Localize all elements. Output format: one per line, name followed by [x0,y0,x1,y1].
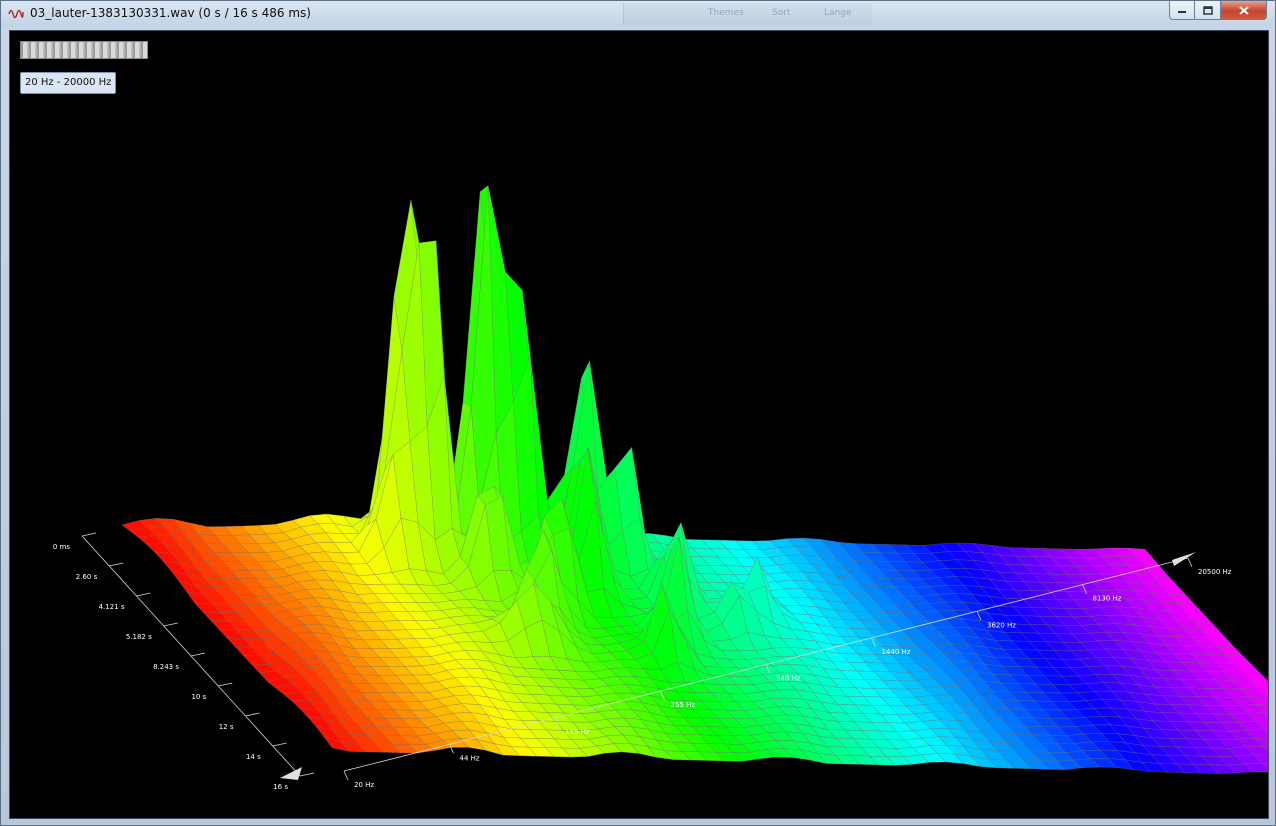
time-tick [136,592,151,597]
frequency-tick-label: 540 Hz [776,675,801,683]
time-tick [109,562,124,567]
frequency-tick-label: 8130 Hz [1093,595,1122,603]
spectrum-surface [121,185,1268,774]
time-tick-label: 2.60 s [76,573,98,581]
time-tick [190,652,206,657]
time-tick-label: 8.243 s [153,663,179,671]
time-tick-label: 5.182 s [126,633,152,641]
caption-buttons [1169,1,1267,20]
time-tick-label: 16 s [273,783,288,791]
time-tick [163,622,178,627]
maximize-button[interactable] [1195,1,1221,20]
frequency-tick-label: 20500 Hz [1198,568,1232,576]
time-tick-label: 12 s [219,723,234,731]
close-button[interactable] [1221,1,1267,20]
ghost-menu-item: Sort [772,8,791,18]
window-title: 03_lauter-1383130331.wav (0 s / 16 s 486… [30,6,311,20]
time-tick [299,772,315,777]
background-window-menu: Themes Sort Lange [623,3,872,25]
time-tick-label: 0 ms [53,543,70,551]
close-icon [1238,5,1249,15]
minimize-button[interactable] [1169,1,1195,20]
title-bar[interactable]: 03_lauter-1383130331.wav (0 s / 16 s 486… [1,1,1275,27]
frequency-axis-arrow [1172,552,1196,566]
spectrogram-view[interactable]: 20 Hz - 20000 Hz 0 ms 2.60 s 4.121 s 5.182 … [9,30,1269,819]
spectrum-3d-plot[interactable]: 0 ms 2.60 s 4.121 s 5.182 s 8.243 s 10 s 12 s 1… [10,31,1268,818]
frequency-tick-label: 255 Hz [671,701,696,709]
frequency-tick [1187,557,1193,568]
time-tick [218,682,233,687]
time-tick [245,712,260,717]
maximize-icon [1202,5,1213,15]
waveform-icon [8,9,24,19]
time-tick-label: 14 s [246,753,261,761]
frequency-tick-label: 20 Hz [354,781,374,789]
time-tick [81,532,97,537]
frequency-tick-label: 44 Hz [460,754,480,762]
ghost-menu-item: Themes [708,8,744,18]
time-tick [272,742,287,747]
time-tick-label: 4.121 s [99,603,125,611]
time-axis-arrow [280,767,302,780]
frequency-tick-label: 1440 Hz [882,648,911,656]
app-window: 03_lauter-1383130331.wav (0 s / 16 s 486… [0,0,1276,826]
ghost-menu-item: Lange [824,8,852,18]
frequency-tick [343,770,349,781]
frequency-tick-label: 115 Hz [565,728,590,736]
minimize-icon [1178,11,1186,13]
frequency-tick-label: 3620 Hz [987,621,1016,629]
time-tick-label: 10 s [191,693,206,701]
